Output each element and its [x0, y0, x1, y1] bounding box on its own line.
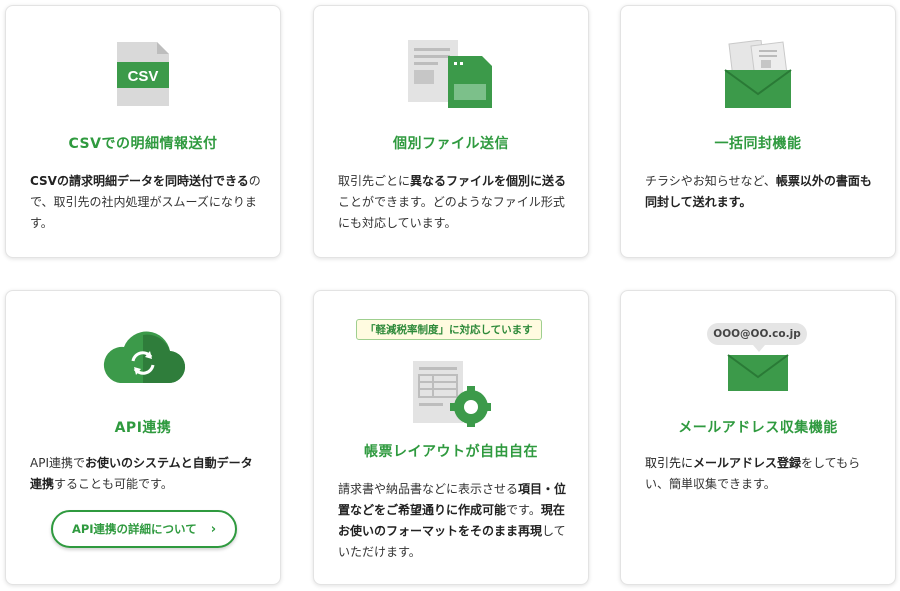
email-speech-bubble: OOO@OO.co.jp	[707, 323, 807, 352]
card-title: CSVでの明細情報送付	[68, 136, 218, 152]
card-title: 個別ファイル送信	[393, 136, 509, 152]
card-description: API連携でお使いのシステムと自動データ連携することも可能です。	[30, 456, 253, 491]
envelope-with-documents-icon	[621, 40, 895, 110]
cloud-sync-icon	[6, 329, 280, 385]
csv-file-icon: CSV	[6, 40, 280, 108]
layout-settings-gear-icon	[314, 359, 588, 427]
card-description: CSVの請求明細データを同時送付できるので、取引先の社内処理がスムーズになります…	[30, 174, 261, 230]
feature-card-api: API連携 API連携でお使いのシステムと自動データ連携することも可能です。 A…	[5, 290, 281, 585]
feature-card-bulk-enclosure: 一括同封機能 チラシやお知らせなど、帳票以外の書面も同封して送れます。	[620, 5, 896, 258]
email-envelope-icon	[621, 353, 895, 393]
feature-card-layout: 「軽減税率制度」に対応しています 帳票レイアウトが自由自在 請求書や納品書などに…	[313, 290, 589, 585]
card-description: 取引先にメールアドレス登録をしてもらい、簡単収集できます。	[645, 456, 861, 491]
api-details-button[interactable]: API連携の詳細について ›	[51, 510, 237, 548]
tax-system-badge: 「軽減税率制度」に対応しています	[356, 319, 542, 340]
card-description: 取引先ごとに異なるファイルを個別に送ることができます。どのようなファイル形式にも…	[338, 174, 567, 230]
feature-card-individual-files: 個別ファイル送信 取引先ごとに異なるファイルを個別に送ることができます。どのよう…	[313, 5, 589, 258]
feature-card-csv: CSV CSVでの明細情報送付 CSVの請求明細データを同時送付できるので、取引…	[5, 5, 281, 258]
api-details-button-label: API連携の詳細について	[71, 522, 197, 536]
card-description: チラシやお知らせなど、帳票以外の書面も同封して送れます。	[645, 174, 872, 209]
csv-icon-label: CSV	[128, 68, 159, 85]
card-title: 一括同封機能	[714, 136, 802, 152]
individual-files-icon	[314, 38, 588, 110]
feature-card-email-collection: OOO@OO.co.jp メールアドレス収集機能 取引先にメールアドレス登録をし…	[620, 290, 896, 585]
card-title: API連携	[114, 420, 172, 436]
card-title: 帳票レイアウトが自由自在	[364, 444, 538, 460]
card-title: メールアドレス収集機能	[678, 420, 838, 436]
card-description: 請求書や納品書などに表示させる項目・位置などをご希望通りに作成可能です。現在お使…	[338, 482, 567, 559]
chevron-right-icon: ›	[210, 521, 217, 537]
